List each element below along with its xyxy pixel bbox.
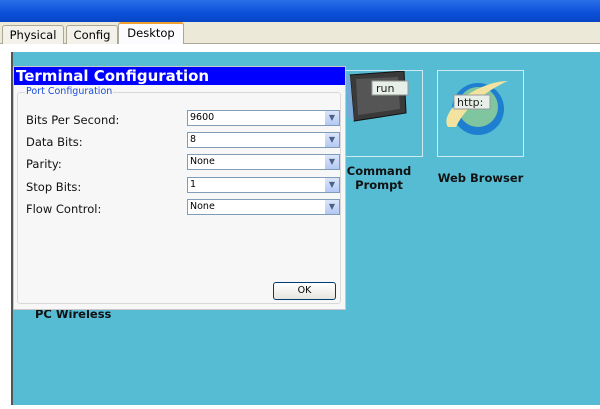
flow-control-select[interactable]: None ▼ <box>187 199 340 215</box>
stop-bits-select[interactable]: 1 ▼ <box>187 177 340 193</box>
chevron-down-icon[interactable]: ▼ <box>325 200 339 214</box>
web-browser-label[interactable]: Web Browser <box>433 171 528 185</box>
label-line2: Prompt <box>355 178 403 192</box>
dialog-title: Terminal Configuration <box>14 67 345 85</box>
bits-per-second-label: Bits Per Second: <box>26 113 120 127</box>
data-bits-label: Data Bits: <box>26 135 83 149</box>
select-value: 1 <box>190 179 197 190</box>
select-value: None <box>190 156 215 167</box>
label-line1: Command <box>346 164 412 178</box>
select-value: None <box>190 201 215 212</box>
command-prompt-icon: run <box>346 70 409 122</box>
chevron-down-icon[interactable]: ▼ <box>325 178 339 192</box>
tab-config[interactable]: Config <box>66 25 118 44</box>
tab-bar: Physical Config Desktop <box>0 22 600 45</box>
terminal-configuration-dialog: Terminal Configuration Port Configuratio… <box>13 66 346 310</box>
tab-desktop[interactable]: Desktop <box>118 22 184 45</box>
stop-bits-label: Stop Bits: <box>26 180 82 194</box>
icon-text: run <box>376 82 394 95</box>
chevron-down-icon[interactable]: ▼ <box>325 111 339 125</box>
chevron-down-icon[interactable]: ▼ <box>325 155 339 169</box>
web-browser-icon: http: <box>446 81 508 135</box>
tab-physical[interactable]: Physical <box>2 25 64 44</box>
parity-select[interactable]: None ▼ <box>187 154 340 170</box>
select-value: 9600 <box>190 112 215 123</box>
icon-text: http: <box>457 96 483 109</box>
window-title-bar <box>0 0 600 22</box>
data-bits-select[interactable]: 8 ▼ <box>187 132 340 148</box>
flow-control-label: Flow Control: <box>26 202 102 216</box>
ok-button[interactable]: OK <box>273 282 336 300</box>
port-configuration-group: Port Configuration Bits Per Second: 9600… <box>17 86 341 304</box>
group-label: Port Configuration <box>25 86 114 97</box>
parity-label: Parity: <box>26 157 62 171</box>
command-prompt-button[interactable]: run <box>345 70 423 157</box>
select-value: 8 <box>190 134 197 145</box>
command-prompt-label[interactable]: Command Prompt <box>339 164 419 192</box>
bits-per-second-select[interactable]: 9600 ▼ <box>187 110 340 126</box>
chevron-down-icon[interactable]: ▼ <box>325 133 339 147</box>
web-browser-button[interactable]: http: <box>437 70 524 157</box>
